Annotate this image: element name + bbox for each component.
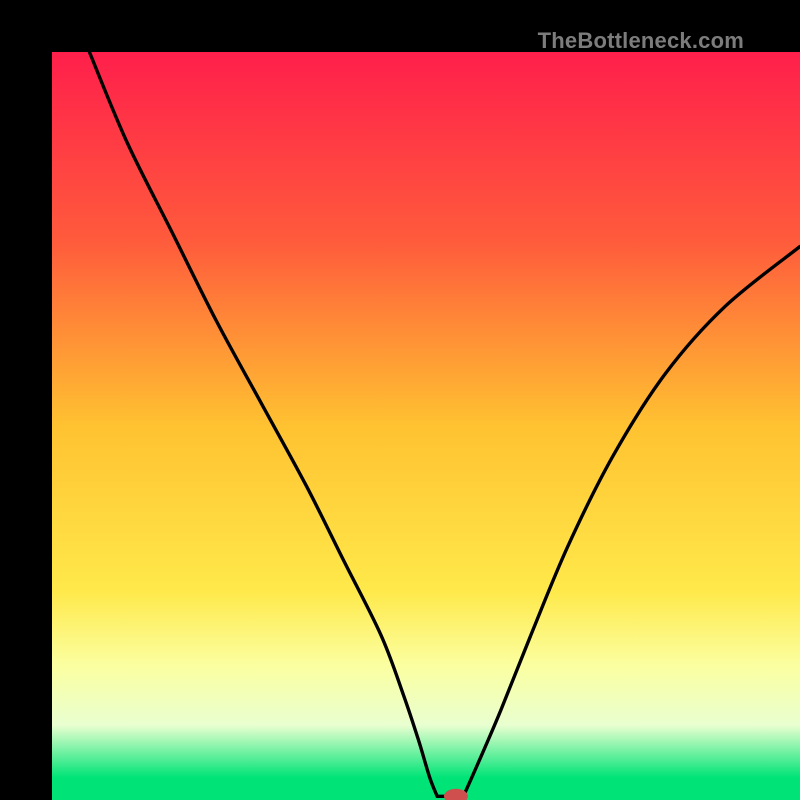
watermark-text: TheBottleneck.com [538,28,744,54]
bottleneck-chart [52,52,800,800]
plot-area [52,52,800,800]
gradient-background [52,52,800,800]
chart-frame: TheBottleneck.com [0,0,800,800]
